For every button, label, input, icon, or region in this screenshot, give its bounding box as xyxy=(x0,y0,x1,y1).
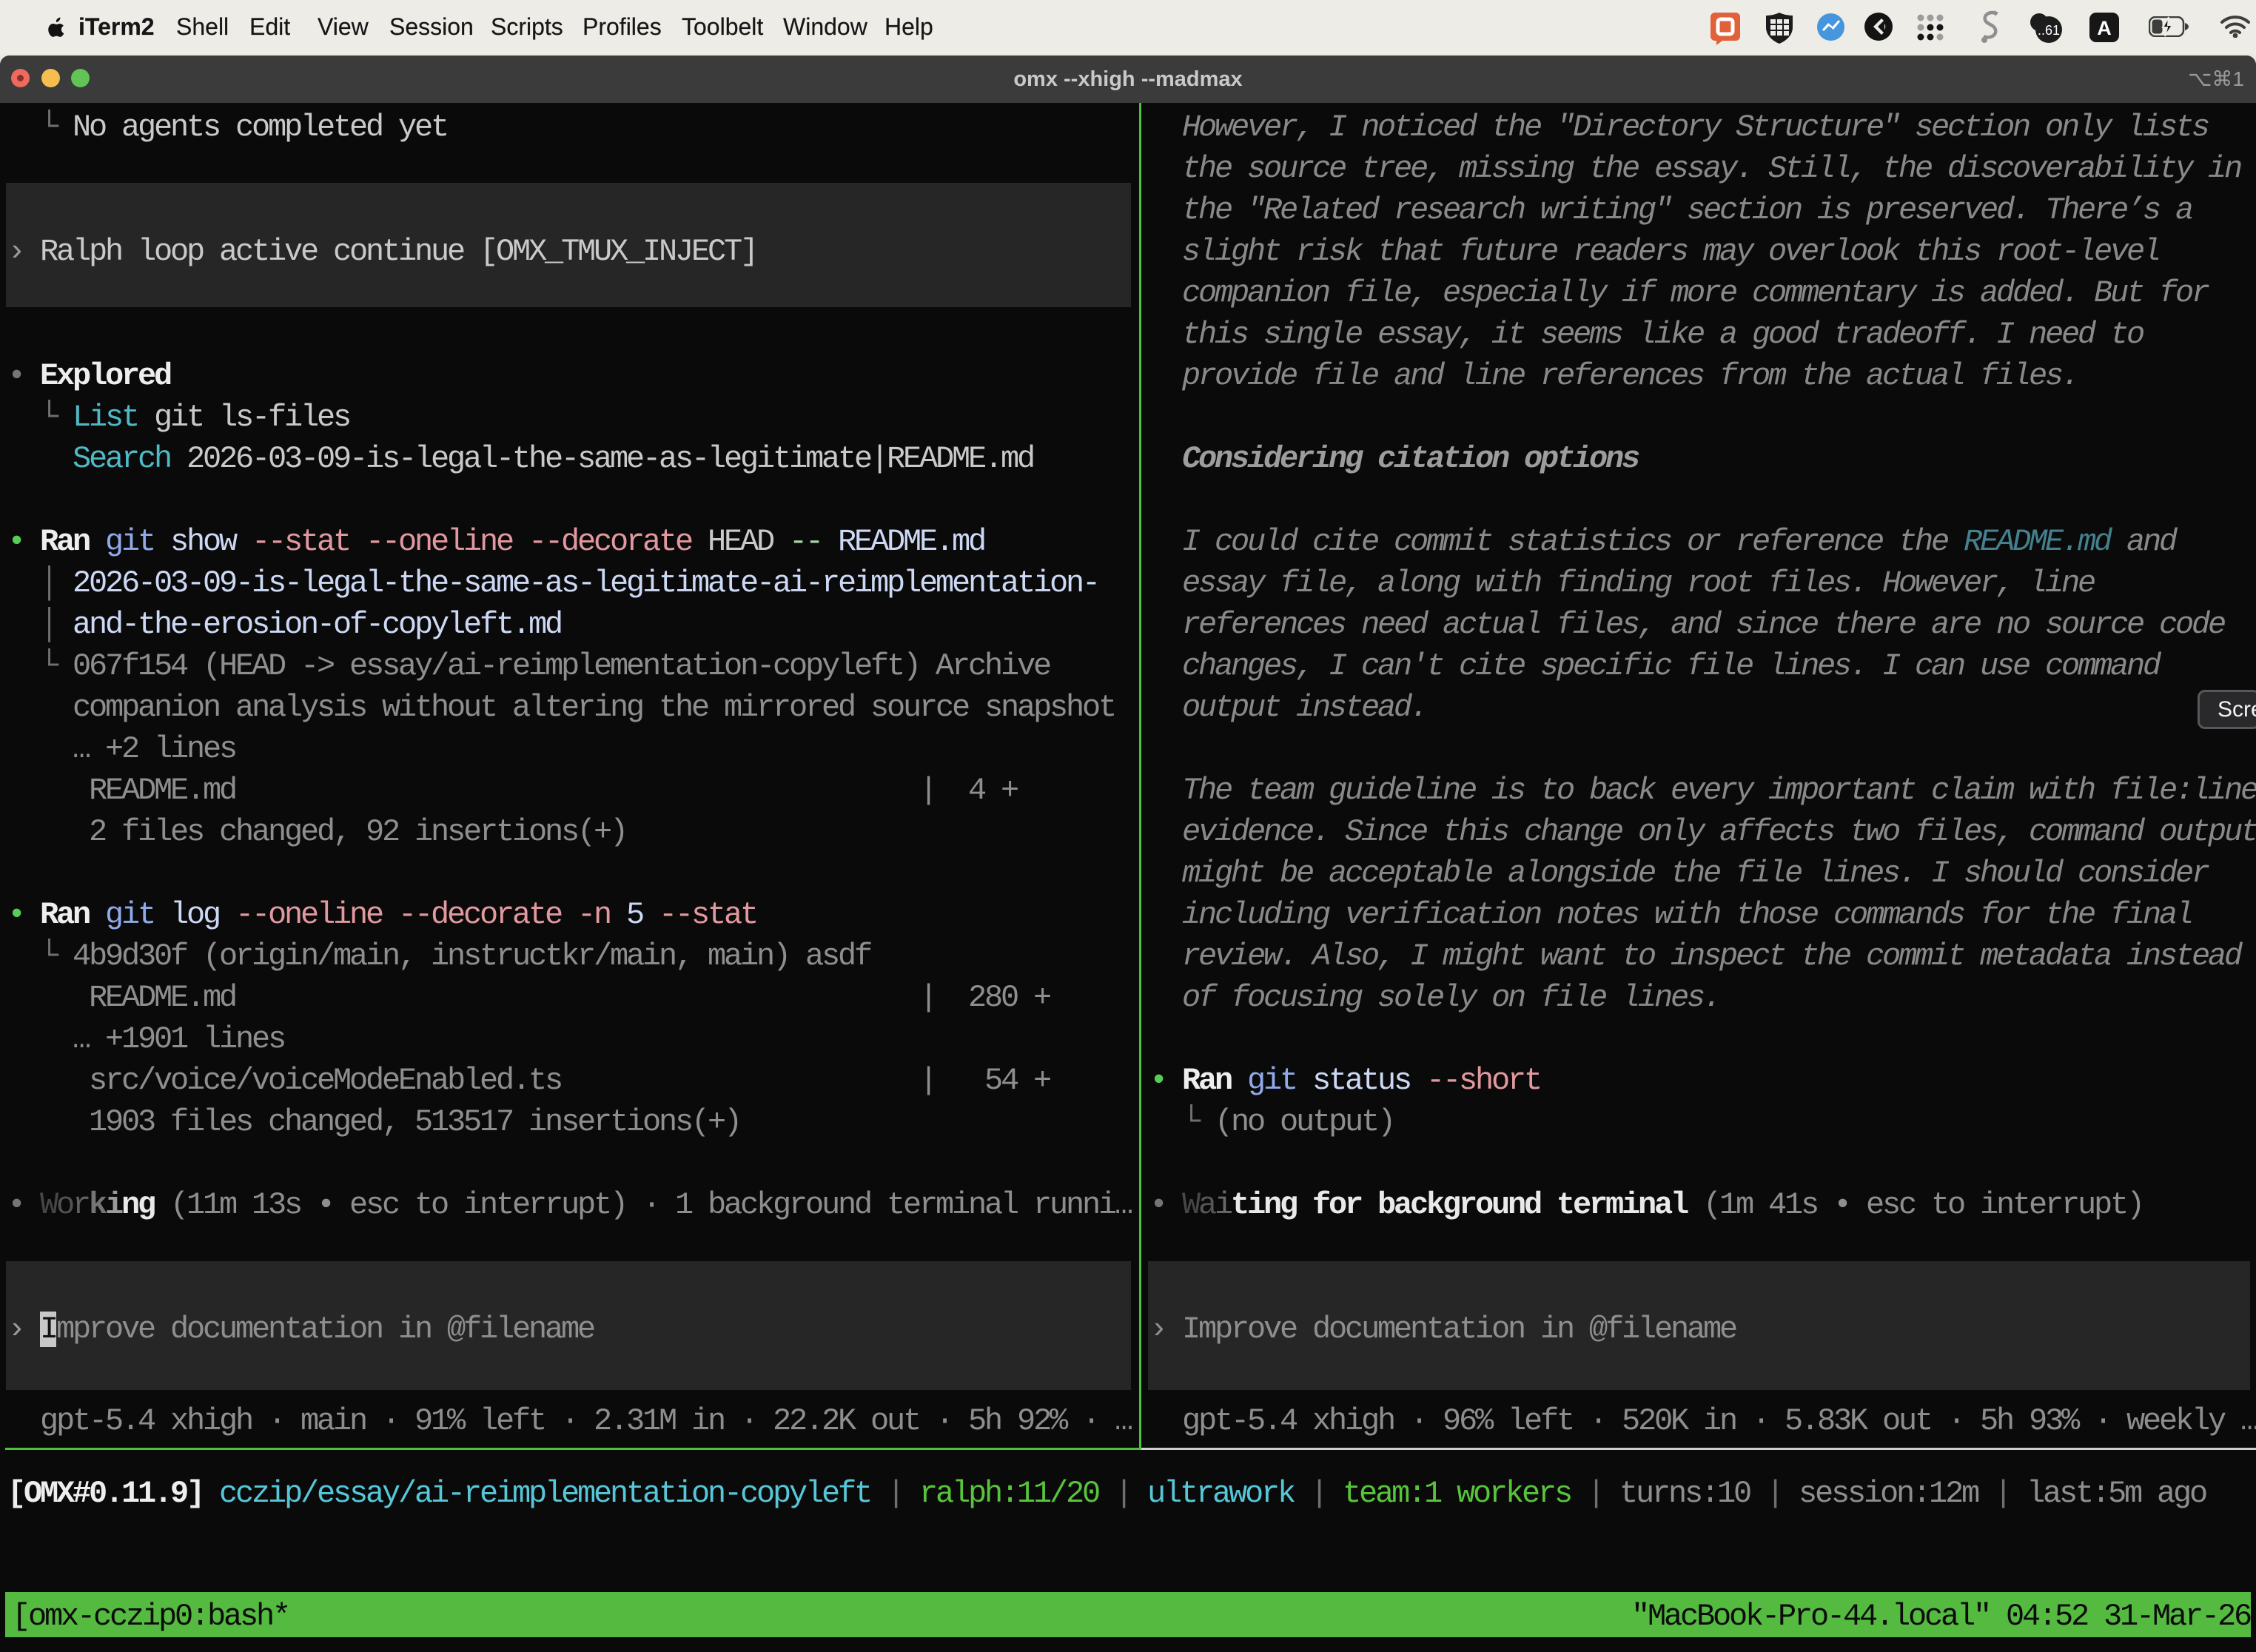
svg-text:..61: ..61 xyxy=(2038,23,2060,38)
svg-text:A: A xyxy=(2097,17,2112,39)
